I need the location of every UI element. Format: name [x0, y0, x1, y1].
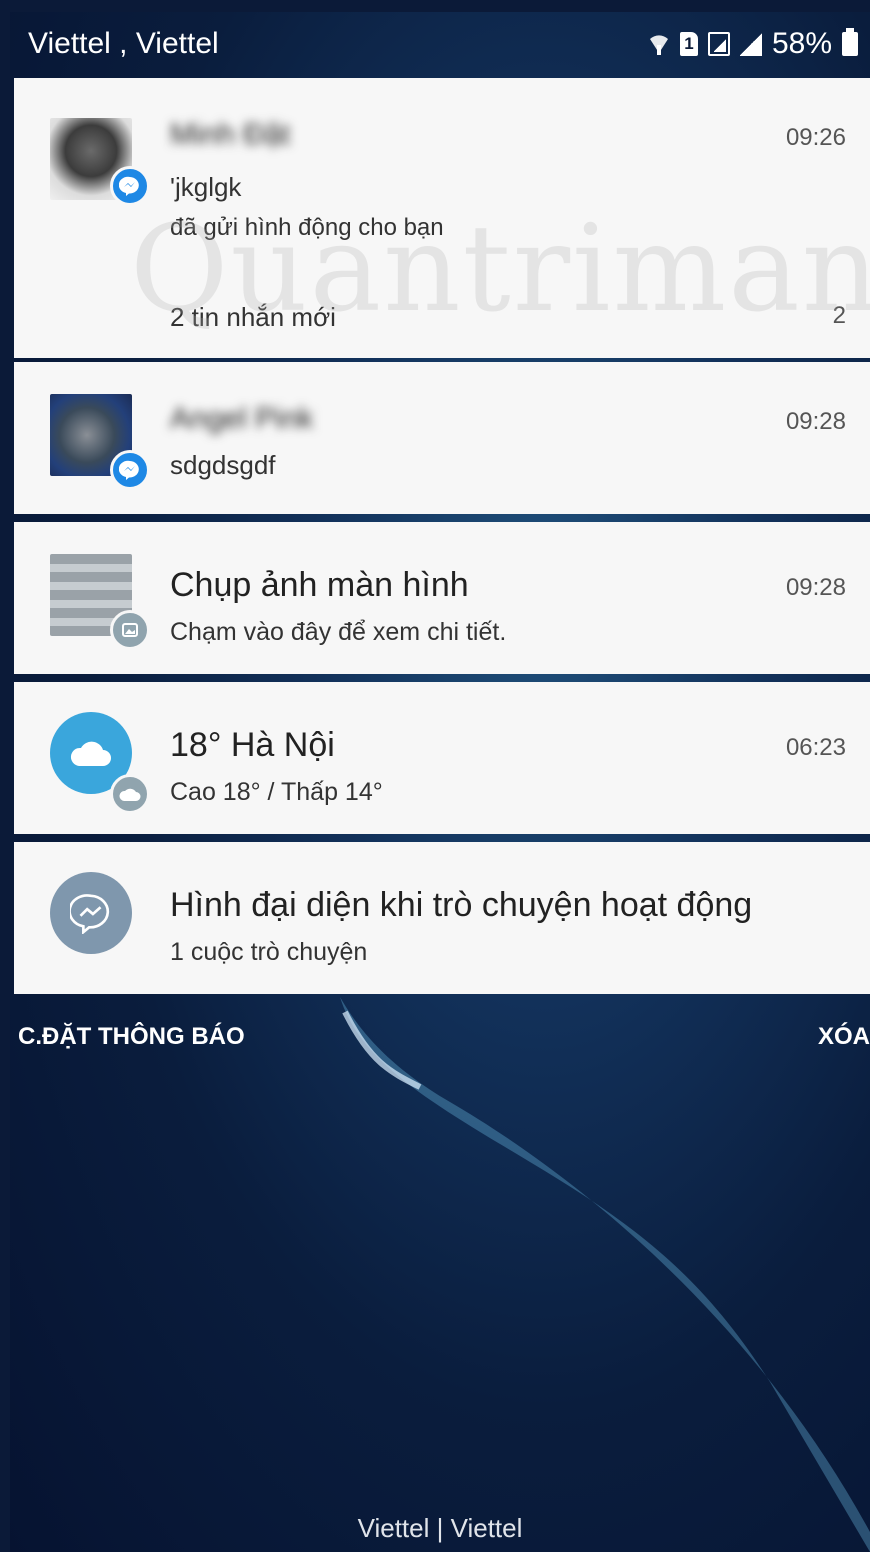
- battery-percent: 58%: [771, 27, 832, 60]
- message-count: 2: [832, 302, 846, 329]
- battery-icon: [842, 28, 858, 56]
- sender-name: Angel Pink: [170, 402, 314, 435]
- notification-time: 09:26: [785, 124, 846, 151]
- wifi-calling-icon: [649, 35, 668, 55]
- messenger-icon: [110, 166, 150, 206]
- carrier-label: Viettel , Viettel: [28, 27, 219, 60]
- status-icons: 1 58%: [648, 27, 858, 61]
- signal-strength-icon: [739, 32, 762, 56]
- notification-title: Hình đại diện khi trò chuyện hoạt động: [170, 886, 753, 924]
- notification-title: 18° Hà Nội: [170, 726, 335, 764]
- carrier-footer: Viettel | Viettel: [357, 1513, 523, 1543]
- sim-card-icon: 1: [679, 32, 698, 56]
- message-line-1: sdgdsgdf: [170, 450, 276, 480]
- notification-subtitle: Cao 18° / Thấp 14°: [170, 778, 383, 806]
- new-messages-summary: 2 tin nhắn mới: [170, 302, 336, 332]
- gallery-icon: [110, 610, 150, 650]
- notification-subtitle: 1 cuộc trò chuyện: [170, 938, 368, 966]
- sender-name: Minh Đặt: [170, 118, 291, 151]
- notification-settings-button[interactable]: C.ĐẶT THÔNG BÁO: [18, 1023, 245, 1051]
- notification-title: Chụp ảnh màn hình: [170, 566, 469, 604]
- lock-screen: Viettel , Viettel 1 58% Minh Đặt 09:26 '…: [10, 12, 870, 1552]
- notification-message-1[interactable]: Minh Đặt 09:26 'jkglgk đã gửi hình động …: [14, 78, 870, 358]
- messenger-icon: [110, 450, 150, 490]
- notification-time: 09:28: [785, 574, 846, 601]
- notification-time: 09:28: [785, 408, 846, 435]
- status-bar: Viettel , Viettel 1 58%: [10, 12, 870, 76]
- notification-chat-heads[interactable]: Hình đại diện khi trò chuyện hoạt động 1…: [14, 842, 870, 994]
- message-line-2: đã gửi hình động cho bạn: [170, 214, 444, 241]
- notification-subtitle: Chạm vào đây để xem chi tiết.: [170, 618, 507, 646]
- sim-signal-icon: [707, 32, 730, 56]
- notification-actions: C.ĐẶT THÔNG BÁO XÓA: [10, 1012, 870, 1062]
- notification-screenshot[interactable]: Chụp ảnh màn hình 09:28 Chạm vào đây để …: [14, 522, 870, 674]
- notification-weather[interactable]: 18° Hà Nội 06:23 Cao 18° / Thấp 14°: [14, 682, 870, 834]
- clear-all-button[interactable]: XÓA: [818, 1023, 870, 1051]
- notification-time: 06:23: [785, 734, 846, 761]
- messenger-chathead-icon: [50, 872, 132, 954]
- weather-icon: [110, 774, 150, 814]
- notification-message-2[interactable]: Angel Pink 09:28 sdgdsgdf: [14, 362, 870, 514]
- message-line-1: 'jkglgk: [170, 172, 242, 202]
